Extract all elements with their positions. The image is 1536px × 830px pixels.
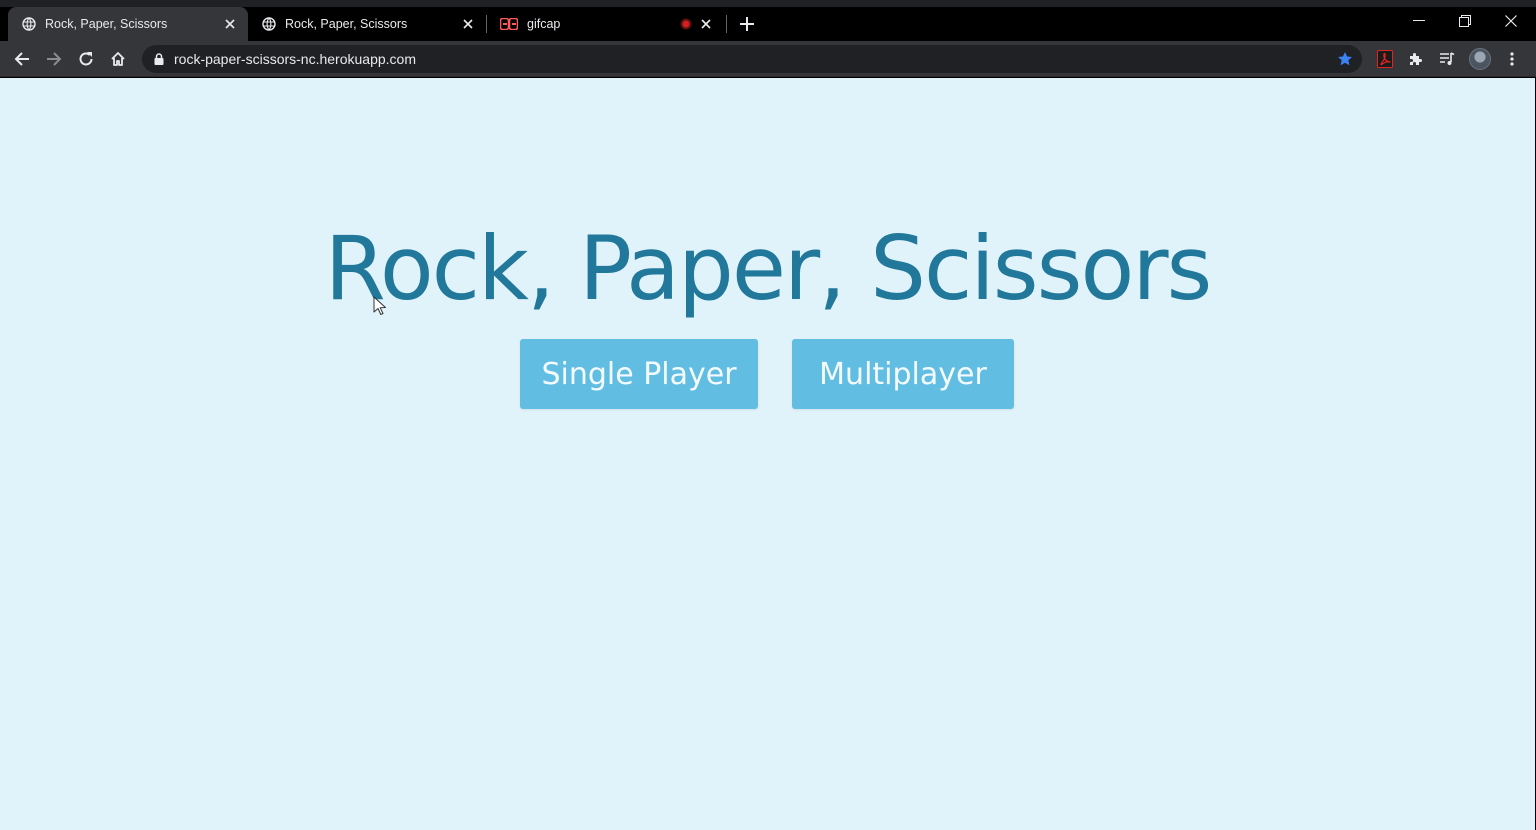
- more-vertical-icon: [1510, 52, 1514, 66]
- reload-button[interactable]: [74, 47, 98, 71]
- arrow-left-icon: [14, 52, 29, 66]
- single-player-button[interactable]: Single Player: [520, 339, 758, 409]
- extensions-button[interactable]: [1404, 47, 1428, 71]
- home-button[interactable]: [106, 47, 130, 71]
- browser-toolbar: rock-paper-scissors-nc.herokuapp.com: [0, 41, 1536, 77]
- close-window-button[interactable]: [1488, 6, 1534, 36]
- restore-icon: [1459, 15, 1471, 27]
- close-icon[interactable]: [698, 16, 714, 32]
- recording-indicator-icon: [680, 18, 692, 30]
- menu-button[interactable]: [1500, 47, 1524, 71]
- tab-separator: [726, 15, 727, 33]
- close-icon: [1505, 15, 1517, 27]
- multiplayer-button[interactable]: Multiplayer: [792, 339, 1014, 409]
- bookmark-star-icon[interactable]: [1336, 50, 1354, 68]
- url-text: rock-paper-scissors-nc.herokuapp.com: [174, 51, 416, 67]
- pdf-extension-button[interactable]: [1373, 47, 1397, 71]
- lock-icon: [153, 52, 165, 66]
- media-controls-button[interactable]: [1435, 47, 1459, 71]
- close-icon[interactable]: [222, 16, 238, 32]
- reload-icon: [79, 52, 93, 66]
- playlist-music-icon: [1440, 52, 1455, 65]
- adobe-pdf-icon: [1377, 50, 1393, 68]
- gifcap-logo-icon: [500, 17, 518, 31]
- page-title: Rock, Paper, Scissors: [324, 217, 1213, 320]
- new-tab-button[interactable]: [736, 13, 758, 35]
- globe-icon: [22, 17, 36, 31]
- tab-rock-paper-scissors-1[interactable]: Rock, Paper, Scissors: [8, 7, 248, 41]
- home-icon: [111, 52, 125, 66]
- tab-rock-paper-scissors-2[interactable]: Rock, Paper, Scissors: [248, 7, 486, 41]
- arrow-right-icon: [47, 52, 62, 66]
- restore-button[interactable]: [1442, 6, 1488, 36]
- tab-strip-top-border: [0, 0, 1536, 7]
- address-bar[interactable]: rock-paper-scissors-nc.herokuapp.com: [142, 45, 1362, 73]
- forward-button[interactable]: [42, 47, 66, 71]
- minimize-button[interactable]: [1396, 6, 1442, 36]
- page-content: Rock, Paper, Scissors Single Player Mult…: [0, 78, 1535, 830]
- tab-gifcap[interactable]: gifcap: [486, 7, 724, 41]
- globe-icon: [262, 17, 276, 31]
- tab-title: gifcap: [527, 17, 561, 31]
- tab-title: Rock, Paper, Scissors: [285, 17, 408, 31]
- mouse-cursor-icon: [373, 296, 386, 315]
- close-icon[interactable]: [460, 16, 476, 32]
- minimize-icon: [1413, 20, 1425, 21]
- tab-strip: Rock, Paper, Scissors Rock, Paper, Sciss…: [0, 0, 1536, 41]
- tab-title: Rock, Paper, Scissors: [45, 17, 168, 31]
- profile-avatar[interactable]: [1469, 48, 1491, 70]
- puzzle-icon: [1410, 53, 1422, 65]
- back-button[interactable]: [10, 47, 34, 71]
- plus-icon: [740, 17, 754, 31]
